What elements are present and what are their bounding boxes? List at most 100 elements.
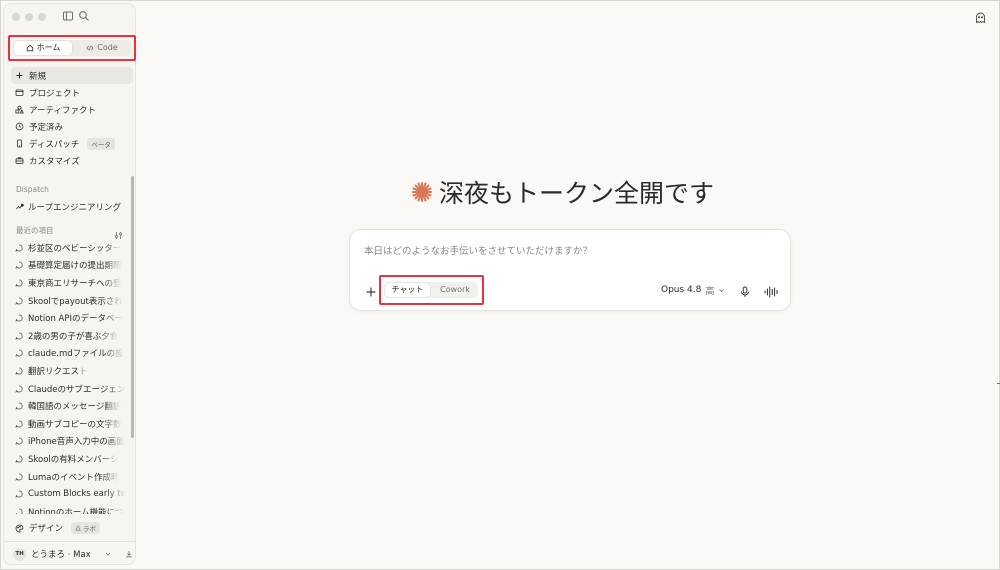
chat-bubble-icon	[15, 349, 23, 358]
maximize-window-button[interactable]	[38, 13, 46, 21]
recent-chat-label: 東京商エリサーチへの登	[28, 278, 122, 289]
chat-bubble-icon	[15, 473, 23, 481]
composer-mode-highlight: チャット Cowork	[379, 275, 484, 305]
tab-home-label: ホーム	[36, 43, 61, 52]
recent-chat-item[interactable]: 杉並区のベビーシッター	[15, 239, 127, 257]
recent-chat-label: Notion APIのデータベー	[28, 314, 123, 325]
mode-switcher-highlight: ホーム Code	[8, 35, 136, 61]
recent-chat-label: 基礎算定届けの提出期限	[28, 261, 122, 272]
chat-bubble-icon	[15, 385, 23, 393]
dispatch-loop-icon	[16, 203, 24, 209]
message-input[interactable]	[362, 242, 766, 260]
add-attachment-button[interactable]	[365, 283, 377, 297]
incognito-ghost-icon[interactable]	[974, 9, 987, 24]
recent-chat-item[interactable]: Custom Blocks early te	[15, 485, 127, 503]
composer-mode-switcher: チャット Cowork	[384, 282, 478, 298]
code-icon	[86, 45, 94, 51]
mode-chat-button[interactable]: チャット	[385, 283, 430, 297]
recent-chat-item[interactable]: 動画サブコピーの文字数	[15, 415, 127, 433]
plus-icon	[366, 287, 376, 297]
tab-home[interactable]: ホーム	[14, 41, 72, 55]
sidebar-item-label: アーティファクト	[29, 105, 96, 116]
recent-chat-item[interactable]: 東京商エリサーチへの登	[15, 274, 127, 292]
recent-chat-item[interactable]: Lumaのイベント作成時	[15, 468, 127, 486]
minimize-window-button[interactable]	[25, 13, 33, 21]
recent-chat-item[interactable]: Skoolでpayout表示され	[15, 292, 127, 310]
recent-chat-label: 杉並区のベビーシッター	[28, 243, 122, 254]
model-selector[interactable]: Opus 4.8 高	[661, 283, 725, 297]
tab-code-label: Code	[97, 43, 118, 52]
recent-chat-item[interactable]: Skoolの有料メンバーシ	[15, 450, 127, 468]
recent-chat-item[interactable]: claude.mdファイルの設	[15, 345, 127, 363]
sidebar-item-new[interactable]: 新規	[11, 67, 133, 84]
sidebar-item-customize[interactable]: カスタマイズ	[11, 152, 133, 169]
clock-icon	[15, 122, 24, 131]
chat-bubble-icon	[15, 508, 23, 514]
avatar: TH	[13, 547, 26, 561]
sidebar-item-label: 新規	[29, 71, 47, 82]
chat-bubble-icon	[15, 297, 23, 305]
chat-bubble-icon	[15, 367, 23, 375]
tab-code[interactable]: Code	[74, 41, 130, 55]
folder-icon	[15, 89, 24, 96]
sidebar-item-artifacts[interactable]: アーティファクト	[11, 101, 133, 118]
recent-chat-label: Lumaのイベント作成時	[28, 472, 120, 483]
recent-chat-item[interactable]: 2歳の男の子が喜ぶ夕食	[15, 327, 127, 345]
greeting: 深夜もトークン全開です	[411, 175, 714, 209]
recent-chat-label: 韓国語のメッセージ翻訳	[28, 402, 122, 413]
close-window-button[interactable]	[12, 13, 20, 21]
dispatch-item-label: ループエンジニアリング	[28, 203, 121, 213]
recent-chat-label: 動画サブコピーの文字数	[28, 419, 122, 430]
recent-chat-item[interactable]: Claudeのサブエージェント	[15, 380, 127, 398]
recent-chat-label: iPhone音声入力中の画面	[28, 437, 125, 448]
phone-icon	[17, 139, 22, 148]
design-label: デザイン	[29, 524, 64, 534]
sidebar-item-projects[interactable]: プロジェクト	[11, 84, 133, 101]
chat-bubble-icon	[15, 279, 23, 287]
recent-chat-item[interactable]: Notion APIのデータベー	[15, 309, 127, 327]
window-controls	[12, 13, 46, 21]
home-icon	[26, 44, 33, 52]
chevron-down-icon	[719, 288, 725, 292]
microphone-icon	[741, 286, 749, 297]
filter-icon[interactable]	[114, 225, 123, 239]
mode-cowork-button[interactable]: Cowork	[433, 283, 477, 297]
sidebar: ホーム Code 新規 プロジェクト アーティファクト 予定済み ディスパッチ …	[3, 3, 136, 565]
recent-chat-item[interactable]: 翻訳リクエスト	[15, 362, 127, 380]
lab-badge-label: ラボ	[83, 525, 97, 533]
recent-chat-item[interactable]: iPhone音声入力中の画面	[15, 433, 127, 451]
recent-chat-label: Notionのホーム機能につ	[28, 507, 124, 514]
sidebar-scrollbar[interactable]	[131, 176, 134, 438]
sidebar-item-label: プロジェクト	[29, 88, 81, 99]
recent-chat-label: Skoolの有料メンバーシ	[28, 454, 119, 465]
recent-chat-item[interactable]: Notionのホーム機能につ	[15, 503, 127, 514]
palette-icon	[15, 524, 24, 532]
app-window: ホーム Code 新規 プロジェクト アーティファクト 予定済み ディスパッチ …	[0, 0, 1000, 570]
download-icon[interactable]	[125, 550, 133, 558]
search-icon[interactable]	[78, 10, 90, 22]
user-menu[interactable]: TH とうまろ · Max	[13, 547, 133, 561]
voice-mode-button[interactable]	[764, 283, 778, 298]
recent-chat-label: Skoolでpayout表示され	[28, 296, 123, 307]
chat-bubble-icon	[15, 261, 23, 270]
sidebar-item-dispatch[interactable]: ディスパッチ ベータ	[11, 135, 133, 152]
recent-chat-item[interactable]: 基礎算定届けの提出期限	[15, 257, 127, 275]
recent-chat-label: 翻訳リクエスト	[28, 366, 88, 377]
shapes-icon	[15, 105, 24, 114]
recent-chat-label: claude.mdファイルの設	[28, 349, 124, 360]
chat-bubble-icon	[15, 420, 23, 428]
recent-chat-label: Claudeのサブエージェント	[28, 384, 127, 395]
mode-switcher: ホーム Code	[13, 40, 131, 56]
chat-bubble-icon	[15, 314, 23, 322]
audio-waveform-icon	[764, 286, 778, 298]
effort-level: 高	[705, 286, 715, 297]
chat-bubble-icon	[15, 244, 23, 252]
sidebar-item-scheduled[interactable]: 予定済み	[11, 118, 133, 135]
recent-chat-label: 2歳の男の子が喜ぶ夕食	[28, 331, 119, 342]
sidebar-toggle-icon[interactable]	[62, 10, 74, 22]
sidebar-nav: 新規 プロジェクト アーティファクト 予定済み ディスパッチ ベータ カスタマイ…	[11, 67, 133, 169]
sidebar-item-design[interactable]: デザイン ラボ	[15, 521, 133, 535]
dispatch-item[interactable]: ループエンジニアリング	[15, 200, 130, 214]
microphone-button[interactable]	[739, 283, 751, 297]
recent-chat-item[interactable]: 韓国語のメッセージ翻訳	[15, 397, 127, 415]
